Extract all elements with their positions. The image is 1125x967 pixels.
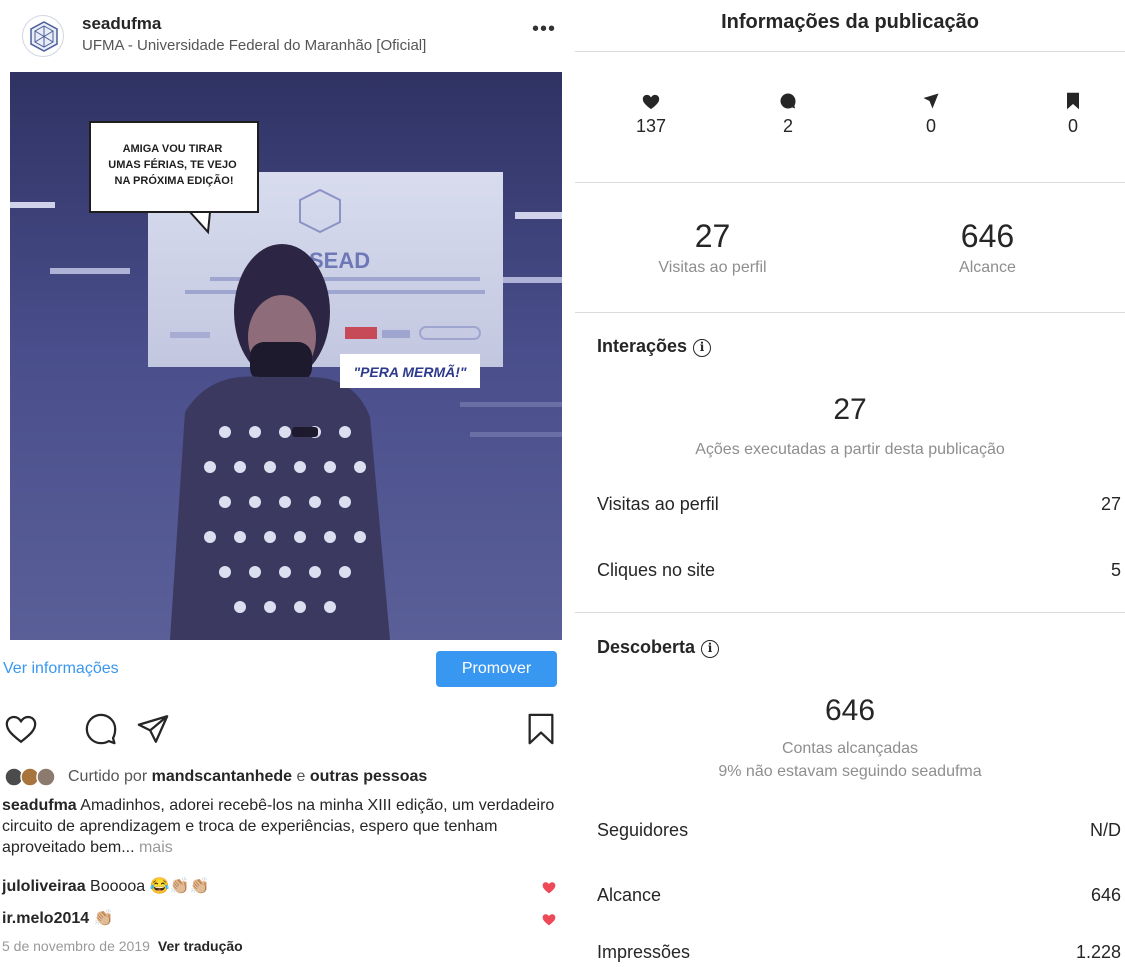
likes-stat: 137	[611, 92, 691, 152]
likes-others-link[interactable]: outras pessoas	[310, 768, 427, 785]
sticker-text: "PERA MERMÃ!"	[353, 363, 466, 380]
comments-stat: 2	[748, 92, 828, 152]
row-value: 5	[1110, 560, 1121, 580]
likes-count: 137	[635, 116, 667, 136]
row-label: Cliques no site	[597, 560, 716, 580]
caption-more-link[interactable]: mais	[135, 839, 173, 856]
promote-button[interactable]: Promover	[436, 651, 557, 687]
caption-text: Amadinhos, adorei recebê-los na minha XI…	[2, 797, 555, 856]
post-date: 5 de novembro de 2019	[2, 938, 150, 954]
seadufma-logo-icon	[30, 21, 58, 52]
discovery-sub-label: 9% não estavam seguindo seadufma	[718, 763, 982, 780]
interactions-total: 27	[833, 393, 867, 426]
row-value: 646	[1090, 885, 1121, 905]
comment-like-icon[interactable]	[541, 912, 557, 926]
avatar[interactable]	[22, 15, 64, 57]
speech-bubble-line: NA PRÓXIMA EDIÇÃO!	[115, 174, 234, 187]
svg-text:AMIGA VOU TIRAR UMAS: AMIGA VOU TIRAR UMAS FÉRIAS, TE VEJO NA …	[108, 143, 239, 187]
interactions-total-label: Ações executadas a partir desta publicaç…	[695, 441, 1005, 458]
comment-icon[interactable]	[84, 712, 120, 748]
liked-by-text: Curtido por mandscantanhede e outras pes…	[68, 768, 427, 786]
interaction-row: Visitas ao perfil 27	[597, 494, 1121, 518]
comment-text: 👏🏼	[89, 910, 114, 927]
row-label: Seguidores	[597, 820, 689, 840]
comment-like-icon[interactable]	[541, 880, 557, 894]
info-icon[interactable]: i	[693, 339, 712, 357]
liker-avatars	[4, 767, 62, 787]
more-options-icon[interactable]: •••	[532, 19, 562, 42]
reach-summary: 646 Alcance	[850, 218, 1125, 277]
caption-username[interactable]: seadufma	[2, 797, 77, 814]
save-bookmark-icon[interactable]	[524, 712, 560, 748]
likes-prefix: Curtido por	[68, 768, 152, 785]
post-photo: XIII SEAD AMIGA VOU TIRAR UMAS FÉRIAS, T…	[10, 72, 562, 640]
bookmark-icon	[1067, 92, 1079, 110]
section-divider	[575, 612, 1125, 613]
post-action-icons	[0, 712, 575, 752]
likes-mid: e	[292, 768, 310, 785]
row-value: N/D	[1090, 820, 1121, 840]
see-translation-link[interactable]: Ver tradução	[158, 938, 243, 954]
row-value: 1.228	[1075, 942, 1121, 962]
reach-value: 646	[960, 218, 1015, 254]
post-header: seadufma UFMA - Universidade Federal do …	[0, 0, 575, 70]
post-location[interactable]: UFMA - Universidade Federal do Maranhão …	[82, 37, 426, 54]
post-insights-panel: Informações da publicação 137 2 0 0 27 V…	[575, 0, 1125, 967]
row-label: Alcance	[597, 885, 662, 905]
insights-title: Informações da publicação	[575, 0, 1125, 52]
likes-user-link[interactable]: mandscantanhede	[152, 768, 292, 785]
info-icon[interactable]: i	[701, 640, 720, 658]
like-icon[interactable]	[4, 712, 40, 748]
profile-visits-label: Visitas ao perfil	[658, 259, 767, 276]
discovery-total: 646	[824, 694, 876, 727]
heart-icon	[642, 94, 660, 110]
comments-count: 2	[782, 116, 793, 136]
row-label: Impressões	[597, 942, 691, 962]
row-value: 27	[1100, 494, 1121, 514]
share-icon	[923, 93, 939, 109]
speech-bubble-line: AMIGA VOU TIRAR	[123, 143, 223, 155]
instagram-post: seadufma UFMA - Universidade Federal do …	[0, 0, 575, 967]
row-label: Visitas ao perfil	[597, 494, 719, 514]
post-username[interactable]: seadufma	[82, 14, 161, 34]
view-insights-link[interactable]: Ver informações	[3, 660, 119, 678]
post-image[interactable]: XIII SEAD AMIGA VOU TIRAR UMAS FÉRIAS, T…	[10, 72, 562, 640]
post-date-row: 5 de novembro de 2019 Ver tradução	[2, 938, 243, 954]
interactions-title: Interações	[597, 336, 688, 356]
comment-username[interactable]: juloliveiraa	[2, 878, 86, 895]
post-caption: seadufma Amadinhos, adorei recebê-los na…	[2, 795, 562, 858]
shares-count: 0	[925, 116, 936, 136]
discovery-row: Alcance 646	[597, 885, 1121, 909]
interactions-heading: Interações i	[597, 336, 712, 357]
sticker: "PERA MERMÃ!"	[340, 354, 480, 388]
liked-by-row[interactable]: Curtido por mandscantanhede e outras pes…	[2, 765, 562, 789]
speech-bubble-line: UMAS FÉRIAS, TE VEJO	[108, 158, 237, 171]
discovery-total-label: Contas alcançadas	[781, 740, 919, 757]
post-promote-bar: Ver informações Promover	[0, 645, 575, 693]
shares-stat: 0	[891, 92, 971, 152]
reach-label: Alcance	[959, 259, 1016, 276]
comment-row: juloliveiraa Booooa 😂👏🏼👏🏼	[2, 876, 557, 900]
interaction-row: Cliques no site 5	[597, 560, 1121, 584]
profile-visits-summary: 27 Visitas ao perfil	[575, 218, 850, 277]
summary-stats: 27 Visitas ao perfil 646 Alcance	[575, 183, 1125, 313]
profile-visits-value: 27	[694, 218, 731, 254]
comment-username[interactable]: ir.melo2014	[2, 910, 89, 927]
comment-row: ir.melo2014 👏🏼	[2, 908, 557, 932]
share-icon[interactable]	[136, 712, 172, 748]
discovery-row: Impressões 1.228	[597, 942, 1121, 966]
comment-icon	[780, 93, 796, 109]
discovery-row: Seguidores N/D	[597, 820, 1121, 844]
discovery-title: Descoberta	[597, 637, 696, 657]
saves-count: 0	[1067, 116, 1078, 136]
discovery-heading: Descoberta i	[597, 637, 720, 658]
comment-text: Booooa 😂👏🏼👏🏼	[85, 878, 210, 895]
saves-stat: 0	[1033, 92, 1113, 152]
engagement-stats: 137 2 0 0	[575, 52, 1125, 183]
